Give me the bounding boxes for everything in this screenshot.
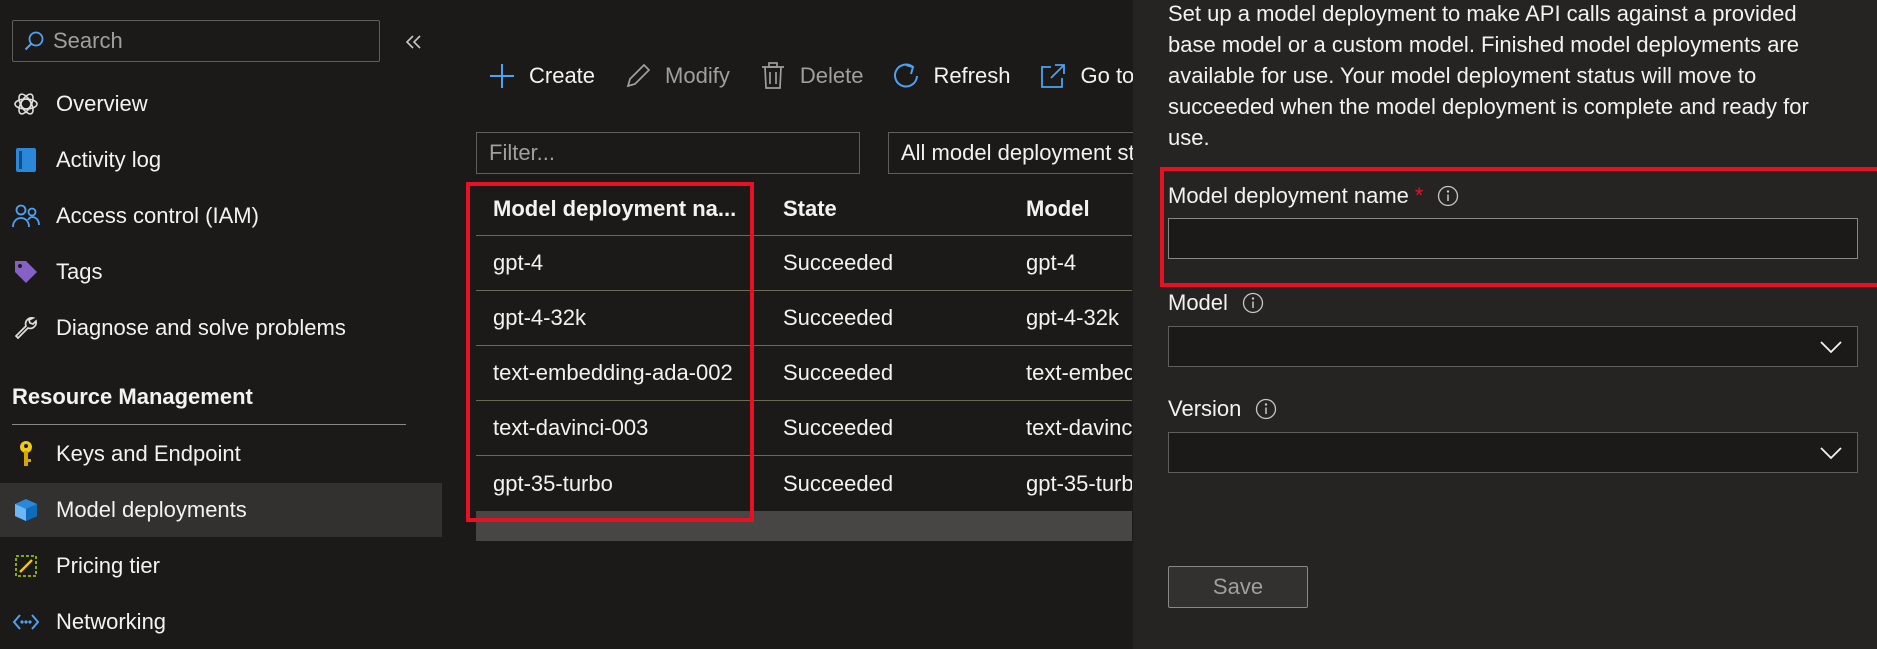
modify-label: Modify xyxy=(665,63,730,88)
external-link-icon xyxy=(1038,61,1068,91)
cell-deployment-name: text-embedding-ada-002 xyxy=(493,360,733,385)
sidebar-item-overview[interactable]: Overview xyxy=(0,77,442,131)
sidebar-item-diagnose[interactable]: Diagnose and solve problems xyxy=(0,301,442,355)
tag-icon xyxy=(12,258,40,286)
chevron-down-icon xyxy=(1819,443,1843,463)
go-to-button[interactable]: Go to xyxy=(1038,61,1134,91)
status-filter-select[interactable]: All model deployment status xyxy=(888,132,1148,174)
table-row[interactable]: text-davinci-003 Succeeded text-davinci-… xyxy=(476,401,1132,456)
sidebar-item-label: Networking xyxy=(56,609,167,634)
sidebar-item-label: Activity log xyxy=(56,147,162,172)
sidebar-item-label: Diagnose and solve problems xyxy=(56,315,346,340)
sidebar-item-label: Tags xyxy=(56,259,103,284)
horizontal-scrollbar[interactable] xyxy=(476,511,1132,541)
sidebar-item-label: Keys and Endpoint xyxy=(56,441,241,466)
model-dropdown[interactable] xyxy=(1168,326,1858,367)
sidebar-item-access-control[interactable]: Access control (IAM) xyxy=(0,189,442,243)
column-header-model[interactable]: Model xyxy=(1015,196,1132,222)
delete-button[interactable]: Delete xyxy=(758,61,864,91)
cell-model: gpt-35-turbo xyxy=(1026,470,1132,496)
model-label-text: Model xyxy=(1168,290,1228,315)
left-navigation: Overview Activity log Access control (IA… xyxy=(0,0,442,649)
model-label: Model xyxy=(1168,290,1264,316)
required-asterisk: * xyxy=(1414,183,1424,208)
wrench-icon xyxy=(12,314,40,342)
deployment-name-input[interactable] xyxy=(1168,218,1858,259)
sidebar-item-label: Model deployments xyxy=(56,497,247,522)
sidebar-item-label: Pricing tier xyxy=(56,553,160,578)
networking-icon xyxy=(12,608,40,636)
version-label-text: Version xyxy=(1168,396,1242,421)
sidebar-item-label: Overview xyxy=(56,91,148,116)
sidebar-item-model-deployments[interactable]: Model deployments xyxy=(0,483,442,537)
refresh-icon xyxy=(891,61,921,91)
plus-icon xyxy=(487,61,517,91)
go-to-label: Go to xyxy=(1080,63,1135,88)
cell-state: Succeeded xyxy=(783,305,894,330)
command-bar: Create Modify Delete Refresh Go to xyxy=(487,56,1162,96)
panel-description: Set up a model deployment to make API ca… xyxy=(1168,1,1809,150)
cell-state: Succeeded xyxy=(783,470,894,496)
deployments-grid: Model deployment na... State Model gpt-4… xyxy=(476,182,1132,511)
version-dropdown[interactable] xyxy=(1168,432,1858,473)
deploy-model-panel: Set up a model deployment to make API ca… xyxy=(1133,0,1877,649)
deployment-name-label-text: Model deployment name xyxy=(1168,183,1409,208)
filter-input[interactable] xyxy=(476,132,860,174)
search-input[interactable] xyxy=(53,28,353,54)
pricing-icon xyxy=(12,552,40,580)
cell-deployment-name: gpt-4 xyxy=(493,250,544,275)
cell-model: text-embedding-ada-002 xyxy=(1026,360,1132,385)
activity-log-icon xyxy=(12,146,40,174)
delete-label: Delete xyxy=(799,63,864,88)
sidebar-item-tags[interactable]: Tags xyxy=(0,245,442,299)
column-header-state[interactable]: State xyxy=(769,196,1015,222)
cell-deployment-name: gpt-4-32k xyxy=(493,305,586,330)
search-icon xyxy=(23,30,45,52)
cell-deployment-name: gpt-35-turbo xyxy=(493,470,613,496)
cell-model: gpt-4-32k xyxy=(1026,305,1119,330)
table-row[interactable]: text-embedding-ada-002 Succeeded text-em… xyxy=(476,346,1132,401)
info-icon[interactable] xyxy=(1255,398,1277,420)
info-icon[interactable] xyxy=(1242,292,1264,314)
key-icon xyxy=(12,440,40,468)
section-title-resource-management: Resource Management xyxy=(12,384,253,409)
sidebar-item-activity-log[interactable]: Activity log xyxy=(0,133,442,187)
sidebar-item-label: Access control (IAM) xyxy=(56,203,259,228)
deployment-name-label: Model deployment name * xyxy=(1168,183,1459,209)
section-divider xyxy=(12,424,406,425)
cell-state: Succeeded xyxy=(783,250,894,275)
trash-icon xyxy=(758,61,788,91)
info-icon[interactable] xyxy=(1437,185,1459,207)
sidebar-item-keys-endpoint[interactable]: Keys and Endpoint xyxy=(0,427,442,481)
refresh-button[interactable]: Refresh xyxy=(891,61,1010,91)
create-button[interactable]: Create xyxy=(487,61,595,91)
people-icon xyxy=(12,202,40,230)
cube-icon xyxy=(12,496,40,524)
sidebar-item-networking[interactable]: Networking xyxy=(0,595,442,649)
cell-model: gpt-4 xyxy=(1026,250,1077,275)
nav-search-box[interactable] xyxy=(12,20,380,62)
save-button[interactable]: Save xyxy=(1168,566,1308,608)
modify-button[interactable]: Modify xyxy=(623,61,730,91)
cell-deployment-name: text-davinci-003 xyxy=(493,415,649,440)
table-row[interactable]: gpt-4-32k Succeeded gpt-4-32k xyxy=(476,291,1132,346)
refresh-label: Refresh xyxy=(933,63,1011,88)
cell-state: Succeeded xyxy=(783,415,894,440)
collapse-sidebar-icon[interactable] xyxy=(403,31,425,53)
chevron-down-icon xyxy=(1819,337,1843,357)
version-label: Version xyxy=(1168,396,1277,422)
openai-icon xyxy=(12,90,40,118)
cell-model: text-davinci-003 xyxy=(1026,415,1132,440)
column-header-name[interactable]: Model deployment na... xyxy=(476,196,769,222)
pencil-icon xyxy=(623,61,653,91)
cell-state: Succeeded xyxy=(783,360,894,385)
sidebar-item-pricing-tier[interactable]: Pricing tier xyxy=(0,539,442,593)
table-row[interactable]: gpt-4 Succeeded gpt-4 xyxy=(476,236,1132,291)
grid-header: Model deployment na... State Model xyxy=(476,182,1132,236)
create-label: Create xyxy=(529,63,596,88)
table-row[interactable]: gpt-35-turbo Succeeded gpt-35-turbo xyxy=(476,456,1132,511)
